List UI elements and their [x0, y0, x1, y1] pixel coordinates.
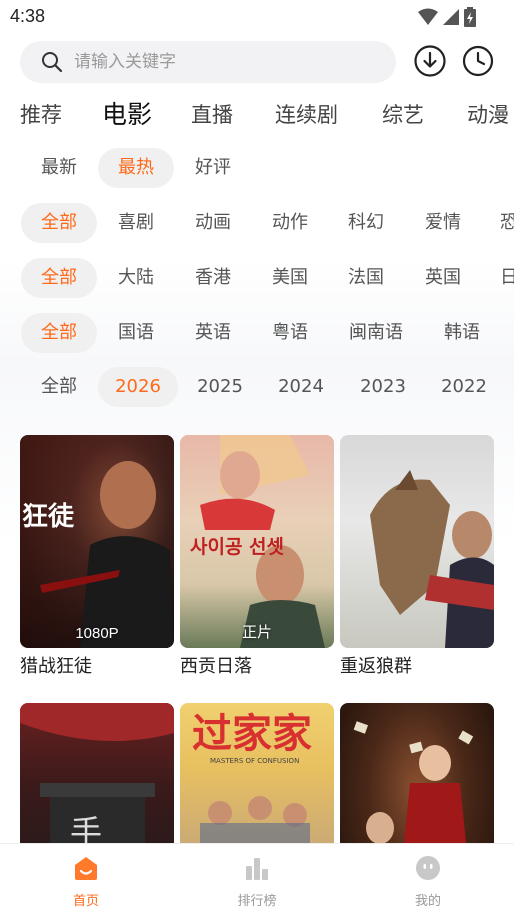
battery-icon — [464, 7, 476, 27]
region-chip[interactable]: 美国 — [252, 258, 328, 298]
genre-chip[interactable]: 爱情 — [405, 203, 481, 243]
sort-chip-rating[interactable]: 好评 — [176, 148, 250, 188]
genre-chip[interactable]: 动作 — [252, 203, 328, 243]
genre-filter-row: 全部 喜剧 动画 动作 科幻 爱情 恐 — [0, 203, 514, 245]
main-tabs: 推荐 电影 直播 连续剧 综艺 动漫 — [0, 96, 514, 136]
history-icon[interactable] — [461, 44, 495, 78]
movie-poster[interactable]: 사이공 선셋 正片 — [180, 435, 334, 648]
nav-home[interactable]: 首页 — [36, 854, 136, 909]
year-chip[interactable]: 2022 — [424, 367, 504, 407]
tab-live[interactable]: 直播 — [191, 96, 233, 134]
year-chip[interactable]: 2025 — [180, 367, 260, 407]
language-chip[interactable]: 闽南语 — [336, 313, 416, 353]
genre-chip[interactable]: 科幻 — [328, 203, 404, 243]
resolution-badge: 正片 — [241, 624, 272, 641]
tab-recommend[interactable]: 推荐 — [20, 96, 62, 134]
nav-label: 排行榜 — [237, 894, 277, 909]
sort-chip-hot[interactable]: 最热 — [98, 148, 174, 188]
resolution-badge: 1080P — [75, 625, 119, 642]
year-chip[interactable]: 2024 — [261, 367, 341, 407]
status-bar: 4:38 — [0, 0, 514, 34]
region-chip[interactable]: 香港 — [175, 258, 251, 298]
movie-title: 猎战狂徒 — [20, 656, 92, 677]
year-chip[interactable]: 2023 — [343, 367, 423, 407]
bottom-nav: 首页 排行榜 我的 — [0, 843, 514, 914]
movie-poster[interactable] — [340, 435, 494, 648]
language-chip[interactable]: 粤语 — [252, 313, 328, 353]
tab-variety[interactable]: 综艺 — [382, 96, 424, 134]
wifi-icon — [418, 8, 438, 25]
home-icon — [75, 857, 97, 880]
poster-subtitle: MASTERS OF CONFUSION — [210, 757, 299, 765]
poster-title-guojiajia: 过家家 — [192, 711, 312, 757]
search-icon — [42, 52, 63, 73]
download-icon[interactable] — [413, 44, 447, 78]
search-input[interactable] — [74, 52, 374, 72]
language-chip[interactable]: 国语 — [98, 313, 174, 353]
region-chip[interactable]: 全部 — [21, 258, 97, 298]
genre-chip[interactable]: 动画 — [175, 203, 251, 243]
year-filter-row: 全部 2026 2025 2024 2023 2022 — [0, 367, 514, 409]
tab-series[interactable]: 连续剧 — [275, 96, 338, 134]
year-chip[interactable]: 2026 — [98, 367, 178, 407]
search-bar[interactable] — [20, 41, 396, 83]
movie-card[interactable]: 狂徒 1080P 猎战狂徒 — [20, 435, 174, 678]
ranking-icon — [246, 858, 268, 880]
movie-card[interactable]: 重返狼群 — [340, 435, 494, 678]
region-chip[interactable]: 日 — [483, 258, 514, 298]
movie-poster[interactable]: 狂徒 1080P — [20, 435, 174, 648]
year-chip[interactable]: 全部 — [21, 367, 97, 407]
sort-chip-latest[interactable]: 最新 — [22, 148, 96, 188]
genre-chip[interactable]: 恐 — [483, 203, 514, 243]
genre-chip[interactable]: 全部 — [21, 203, 97, 243]
svg-text:狂徒: 狂徒 — [22, 502, 75, 532]
region-chip[interactable]: 大陆 — [98, 258, 174, 298]
profile-icon — [416, 856, 440, 880]
language-filter-row: 全部 国语 英语 粤语 闽南语 韩语 — [0, 313, 514, 355]
signal-icon — [443, 9, 459, 25]
tab-movie[interactable]: 电影 — [102, 96, 152, 134]
poster-korean-title: 사이공 선셋 — [190, 536, 284, 558]
language-chip[interactable]: 全部 — [21, 313, 97, 353]
movie-title: 重返狼群 — [340, 656, 412, 677]
language-chip[interactable]: 韩语 — [424, 313, 500, 353]
status-time: 4:38 — [10, 6, 46, 26]
nav-ranking[interactable]: 排行榜 — [207, 854, 307, 909]
region-filter-row: 全部 大陆 香港 美国 法国 英国 日 — [0, 258, 514, 300]
nav-label: 我的 — [414, 894, 441, 909]
movie-card[interactable]: 사이공 선셋 正片 西贡日落 — [180, 435, 334, 678]
region-chip[interactable]: 法国 — [328, 258, 404, 298]
movie-title: 西贡日落 — [180, 656, 252, 677]
nav-profile[interactable]: 我的 — [378, 854, 478, 909]
status-icons — [418, 7, 476, 27]
genre-chip[interactable]: 喜剧 — [98, 203, 174, 243]
region-chip[interactable]: 英国 — [405, 258, 481, 298]
sort-filter-row: 最新 最热 好评 — [0, 148, 514, 190]
nav-label: 首页 — [72, 894, 99, 909]
tab-anime[interactable]: 动漫 — [467, 96, 509, 134]
language-chip[interactable]: 英语 — [175, 313, 251, 353]
